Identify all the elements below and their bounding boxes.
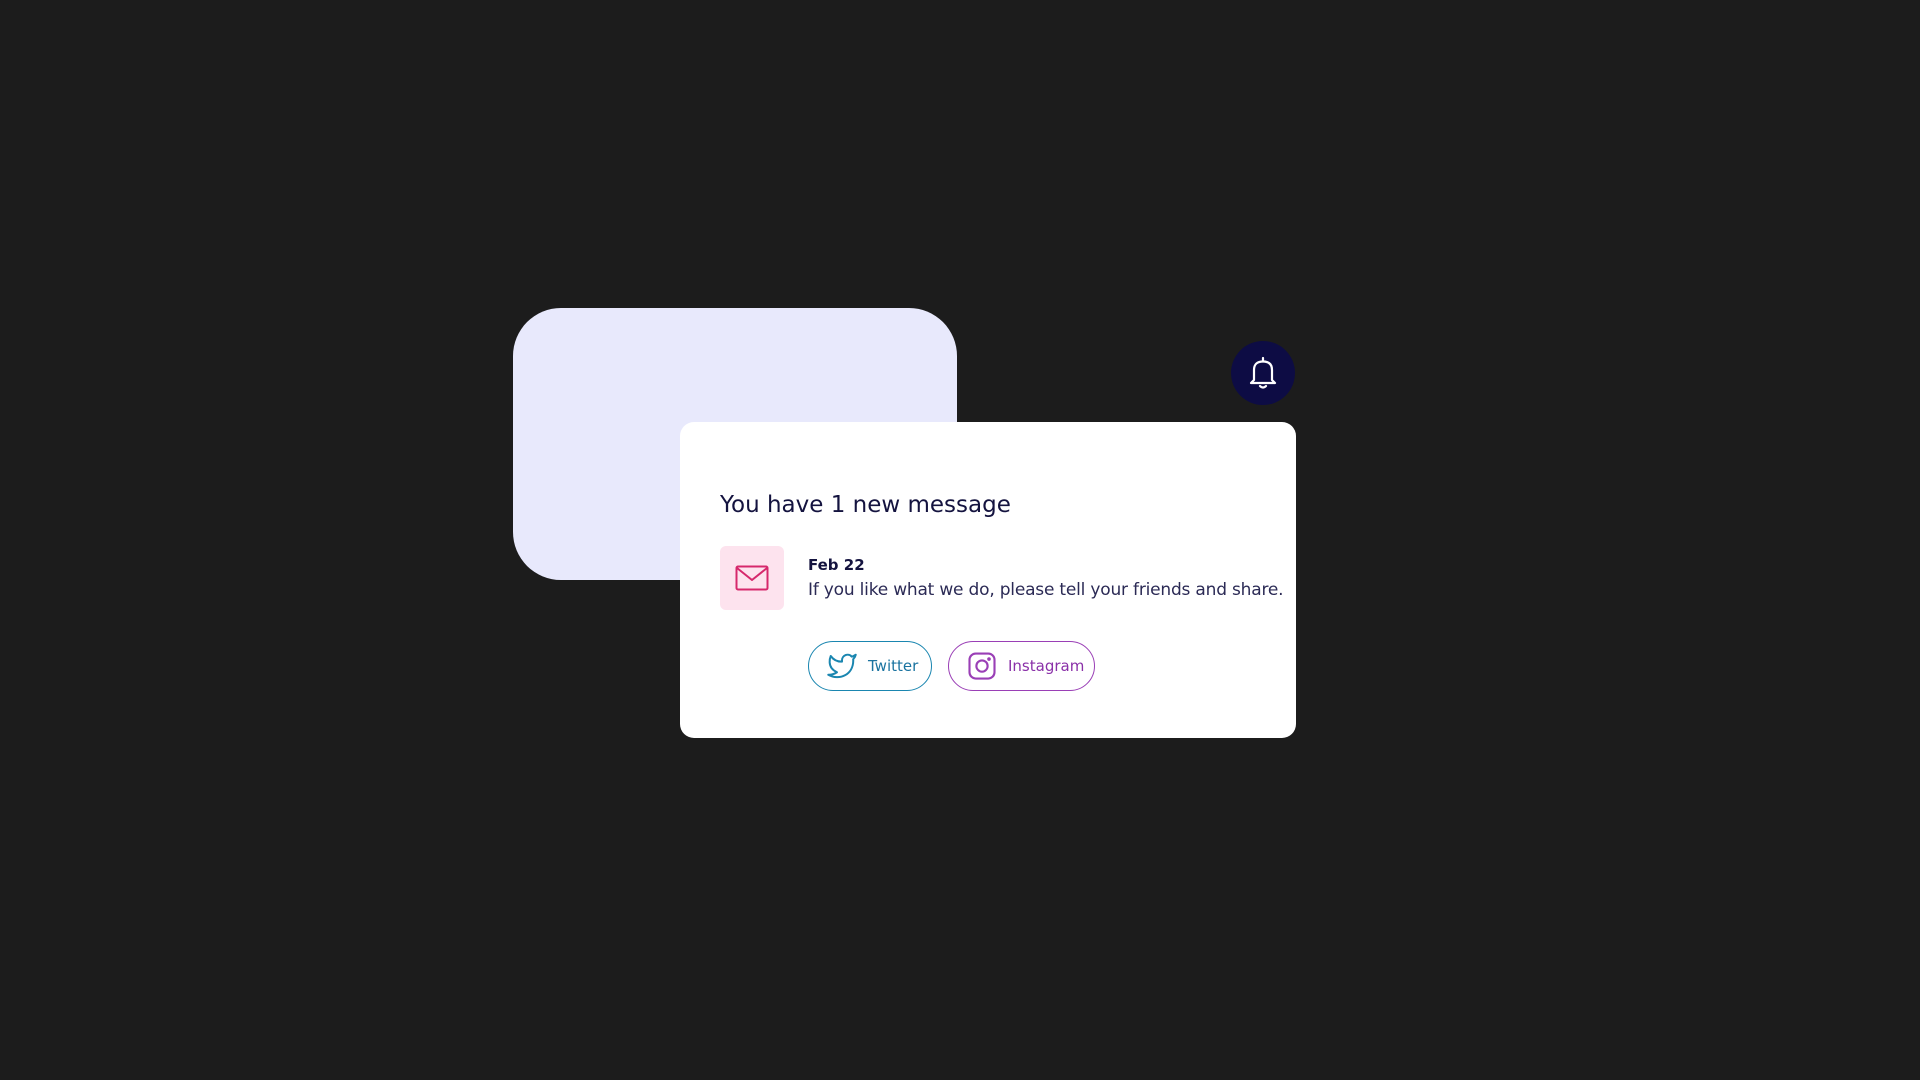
twitter-share-label: Twitter bbox=[868, 657, 919, 675]
instagram-share-button[interactable]: Instagram bbox=[948, 641, 1095, 691]
notification-card: You have 1 new message Feb 22 If you lik… bbox=[680, 422, 1296, 738]
mail-icon-tile bbox=[720, 546, 784, 610]
instagram-icon bbox=[968, 652, 996, 680]
twitter-share-button[interactable]: Twitter bbox=[808, 641, 932, 691]
notification-title: You have 1 new message bbox=[720, 492, 1011, 518]
message-date: Feb 22 bbox=[808, 556, 865, 574]
message-text: If you like what we do, please tell your… bbox=[808, 580, 1284, 600]
bell-icon bbox=[1249, 356, 1277, 389]
twitter-icon bbox=[827, 653, 857, 679]
notification-bell-button[interactable] bbox=[1231, 341, 1295, 405]
mail-icon bbox=[735, 565, 769, 591]
instagram-share-label: Instagram bbox=[1008, 657, 1085, 675]
